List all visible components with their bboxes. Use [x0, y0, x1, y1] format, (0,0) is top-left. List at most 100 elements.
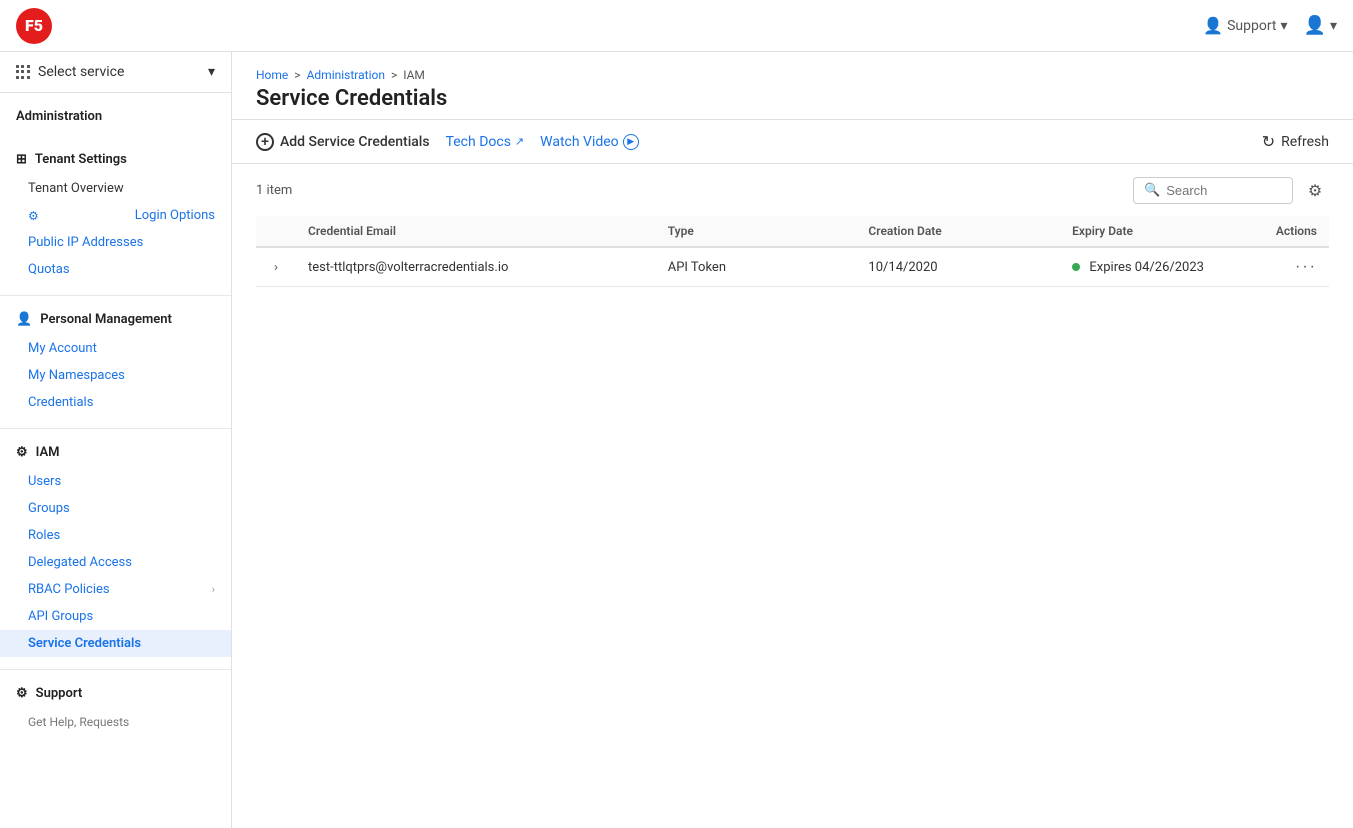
- topbar-left: F5: [16, 8, 52, 44]
- creation-date: 10/14/2020: [868, 260, 937, 275]
- sidebar-item-login-options[interactable]: ⚙ Login Options: [0, 202, 231, 229]
- sidebar-item-public-ip[interactable]: Public IP Addresses: [0, 229, 231, 256]
- row-creation-cell: 10/14/2020: [856, 247, 1060, 287]
- breadcrumb-sep2: >: [391, 68, 397, 82]
- login-options-icon: ⚙: [28, 209, 39, 223]
- personal-mgmt-icon: 👤: [16, 312, 32, 327]
- credential-email: test-ttlqtprs@volterracredentials.io: [308, 260, 508, 275]
- add-label: Add Service Credentials: [280, 134, 430, 150]
- refresh-label: Refresh: [1281, 134, 1329, 150]
- tenant-settings-section: ⊞ Tenant Settings Tenant Overview ⚙ Logi…: [0, 136, 231, 296]
- iam-icon: ⚙: [16, 445, 28, 460]
- tenant-settings-title: ⊞ Tenant Settings: [0, 148, 231, 175]
- sidebar-item-groups[interactable]: Groups: [0, 495, 231, 522]
- col-creation-header: Creation Date: [856, 216, 1060, 247]
- sidebar-item-support-sub[interactable]: Get Help, Requests: [0, 709, 231, 735]
- row-expand-cell: ›: [256, 247, 296, 287]
- refresh-icon: ↻: [1262, 132, 1275, 151]
- select-service-label: Select service: [38, 64, 124, 80]
- users-label: Users: [28, 474, 61, 489]
- support-button[interactable]: 👤 Support ▾: [1203, 16, 1287, 35]
- breadcrumb-sep1: >: [294, 68, 300, 82]
- tenant-overview-label: Tenant Overview: [28, 181, 124, 196]
- iam-title: ⚙ IAM: [0, 441, 231, 468]
- api-groups-label: API Groups: [28, 609, 93, 624]
- credentials-label: Credentials: [28, 395, 93, 410]
- sidebar-item-my-account[interactable]: My Account: [0, 335, 231, 362]
- support-sub-label: Get Help, Requests: [28, 715, 129, 729]
- sidebar-item-service-credentials[interactable]: Service Credentials: [0, 630, 231, 657]
- data-table: Credential Email Type Creation Date Expi…: [256, 216, 1329, 287]
- personal-management-section: 👤 Personal Management My Account My Name…: [0, 296, 231, 429]
- tenant-settings-label: Tenant Settings: [35, 152, 127, 167]
- sidebar-item-users[interactable]: Users: [0, 468, 231, 495]
- search-area: 🔍 ⚙: [1133, 176, 1329, 204]
- breadcrumb-current: IAM: [403, 68, 425, 82]
- grid-icon: [16, 65, 30, 79]
- watch-video-link[interactable]: Watch Video ▶: [540, 134, 639, 150]
- sidebar: Select service ▾ Administration ⊞ Tenant…: [0, 52, 232, 828]
- select-service-dropdown[interactable]: Select service ▾: [0, 52, 231, 93]
- add-service-credentials-button[interactable]: + Add Service Credentials: [256, 133, 430, 151]
- toolbar: + Add Service Credentials Tech Docs ↗ Wa…: [232, 120, 1353, 164]
- support-section-title: ⚙ Support: [0, 682, 231, 709]
- rbac-chevron-icon: ›: [212, 583, 215, 596]
- breadcrumb-home[interactable]: Home: [256, 68, 288, 82]
- personal-management-title: 👤 Personal Management: [0, 308, 231, 335]
- col-expand-header: [256, 216, 296, 247]
- page-header: Home > Administration > IAM Service Cred…: [232, 52, 1353, 120]
- main-content: Home > Administration > IAM Service Cred…: [232, 52, 1353, 828]
- col-type-header: Type: [656, 216, 857, 247]
- public-ip-label: Public IP Addresses: [28, 235, 143, 250]
- admin-section-title: Administration: [0, 105, 231, 132]
- rbac-policies-label: RBAC Policies: [28, 582, 110, 597]
- sidebar-item-delegated-access[interactable]: Delegated Access: [0, 549, 231, 576]
- select-service-chevron-icon: ▾: [208, 64, 215, 80]
- my-account-label: My Account: [28, 341, 97, 356]
- quotas-label: Quotas: [28, 262, 70, 277]
- iam-section: ⚙ IAM Users Groups Roles Delegated Acces…: [0, 429, 231, 670]
- sidebar-item-api-groups[interactable]: API Groups: [0, 603, 231, 630]
- admin-section: Administration: [0, 93, 231, 136]
- table-settings-icon[interactable]: ⚙: [1301, 176, 1329, 204]
- row-email-cell: test-ttlqtprs@volterracredentials.io: [296, 247, 656, 287]
- table-meta: 1 item 🔍 ⚙: [256, 164, 1329, 216]
- breadcrumb-admin[interactable]: Administration: [307, 68, 385, 82]
- my-namespaces-label: My Namespaces: [28, 368, 125, 383]
- search-input[interactable]: [1166, 183, 1282, 198]
- layout: Select service ▾ Administration ⊞ Tenant…: [0, 52, 1353, 828]
- select-service-left: Select service: [16, 64, 124, 80]
- groups-label: Groups: [28, 501, 70, 516]
- sidebar-item-tenant-overview[interactable]: Tenant Overview: [0, 175, 231, 202]
- tech-docs-label: Tech Docs: [446, 134, 511, 150]
- personal-management-label: Personal Management: [40, 312, 172, 327]
- external-link-icon: ↗: [515, 135, 524, 148]
- user-button[interactable]: 👤 ▾: [1304, 15, 1337, 36]
- support-icon: 👤: [1203, 16, 1223, 35]
- col-email-header: Credential Email: [296, 216, 656, 247]
- refresh-button[interactable]: ↻ Refresh: [1262, 132, 1329, 151]
- support-label: Support: [1227, 18, 1276, 34]
- sidebar-item-roles[interactable]: Roles: [0, 522, 231, 549]
- credential-type: API Token: [668, 260, 726, 275]
- sidebar-item-rbac-policies[interactable]: RBAC Policies ›: [0, 576, 231, 603]
- roles-label: Roles: [28, 528, 60, 543]
- row-expand-button[interactable]: ›: [268, 258, 284, 276]
- search-box[interactable]: 🔍: [1133, 177, 1293, 204]
- tech-docs-link[interactable]: Tech Docs ↗: [446, 134, 525, 150]
- support-chevron-icon: ▾: [1281, 18, 1288, 34]
- topbar-right: 👤 Support ▾ 👤 ▾: [1203, 15, 1337, 36]
- table-header: Credential Email Type Creation Date Expi…: [256, 216, 1329, 247]
- col-actions-header: Actions: [1264, 216, 1329, 247]
- sidebar-item-my-namespaces[interactable]: My Namespaces: [0, 362, 231, 389]
- admin-section-label: Administration: [16, 109, 102, 124]
- support-section-label: Support: [36, 686, 83, 701]
- login-options-label: Login Options: [135, 208, 215, 223]
- breadcrumb: Home > Administration > IAM: [256, 68, 1329, 82]
- row-actions-button[interactable]: ···: [1295, 258, 1317, 276]
- tenant-settings-grid-icon: ⊞: [16, 152, 27, 167]
- service-credentials-label: Service Credentials: [28, 636, 141, 651]
- sidebar-item-credentials[interactable]: Credentials: [0, 389, 231, 416]
- delegated-access-label: Delegated Access: [28, 555, 132, 570]
- sidebar-item-quotas[interactable]: Quotas: [0, 256, 231, 283]
